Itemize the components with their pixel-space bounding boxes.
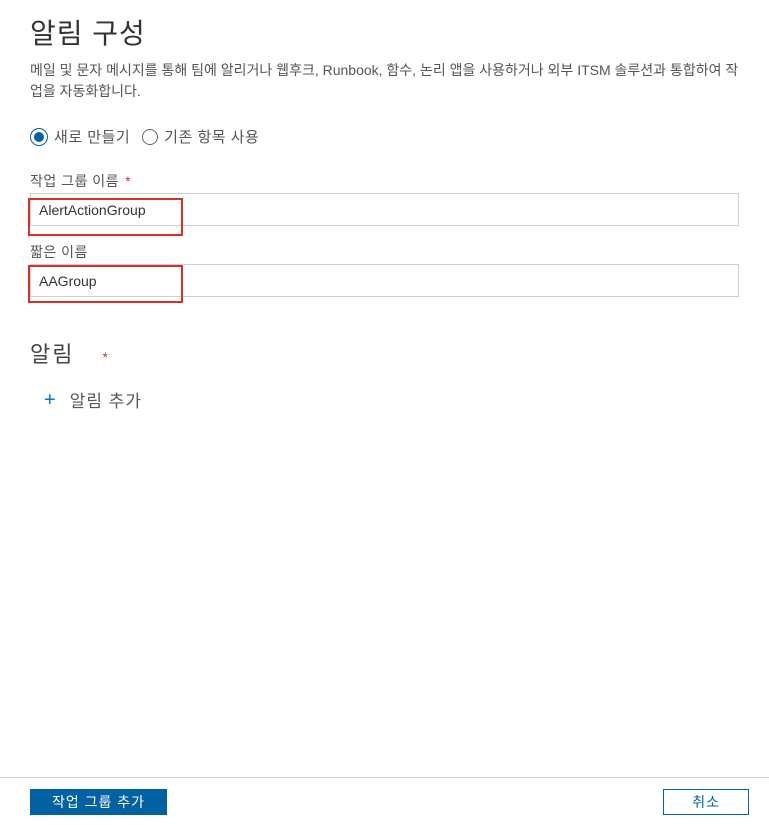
add-notification-label: 알림 추가 [70, 387, 142, 412]
short-name-label-text: 짧은 이름 [30, 244, 88, 260]
notifications-title: 알림 [30, 337, 74, 369]
action-group-name-label: 작업 그룹 이름 * [30, 171, 739, 191]
page-description: 메일 및 문자 메시지를 통해 팀에 알리거나 웹후크, Runbook, 함수… [30, 60, 739, 102]
plus-icon: + [44, 390, 56, 410]
footer: 작업 그룹 추가 취소 [0, 777, 769, 825]
radio-unselected-icon [142, 129, 158, 145]
page-title: 알림 구성 [30, 12, 739, 52]
action-group-name-input[interactable] [30, 193, 739, 226]
required-asterisk: * [102, 349, 107, 365]
radio-selected-icon [30, 128, 48, 146]
required-asterisk: * [125, 173, 131, 189]
radio-create-new[interactable]: 새로 만들기 [30, 126, 130, 147]
cancel-button[interactable]: 취소 [663, 789, 749, 815]
field-action-group-name: 작업 그룹 이름 * [30, 171, 739, 226]
radio-create-new-label: 새로 만들기 [54, 126, 130, 147]
add-action-group-button[interactable]: 작업 그룹 추가 [30, 789, 167, 815]
radio-use-existing[interactable]: 기존 항목 사용 [142, 126, 259, 147]
radio-group: 새로 만들기 기존 항목 사용 [30, 126, 739, 147]
notifications-section-header: 알림 * [30, 337, 739, 369]
short-name-input[interactable] [30, 264, 739, 297]
short-name-label: 짧은 이름 [30, 242, 739, 262]
action-group-name-label-text: 작업 그룹 이름 [30, 173, 119, 189]
radio-use-existing-label: 기존 항목 사용 [164, 126, 259, 147]
configure-alerts-panel: 알림 구성 메일 및 문자 메시지를 통해 팀에 알리거나 웹후크, Runbo… [0, 0, 769, 825]
field-short-name: 짧은 이름 [30, 242, 739, 297]
add-notification-button[interactable]: + 알림 추가 [30, 387, 739, 412]
